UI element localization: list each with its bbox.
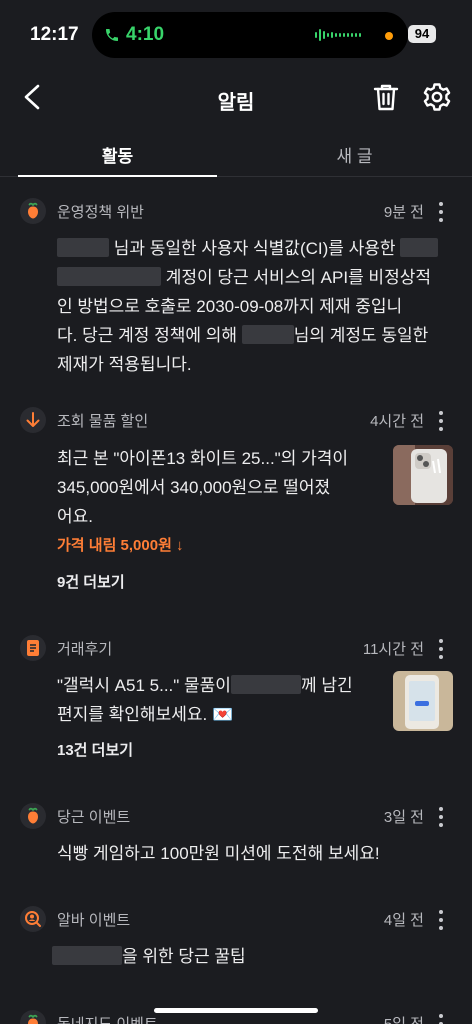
redacted-name (57, 238, 109, 257)
dynamic-island[interactable]: 4:10 (92, 12, 408, 58)
notification-item[interactable]: 당근 이벤트 3일 전 식빵 게임하고 100만원 미션에 도전해 보세요! (0, 801, 472, 881)
app-header: 알림 (0, 70, 472, 126)
notification-body: 님과 동일한 사용자 식별값(CI)를 사용한 계정이 당근 서비스의 API를… (57, 234, 439, 379)
notification-category: 동네지도 이벤트 (57, 1013, 158, 1024)
mic-indicator (385, 32, 393, 40)
price-drop-label: 가격 내림 5,000원 ↓ (57, 537, 184, 554)
see-more-link[interactable]: 9건 더보기 (57, 571, 125, 592)
arrow-down-icon (20, 407, 46, 433)
notification-category: 알바 이벤트 (57, 912, 131, 929)
audio-wave-icon (315, 29, 361, 41)
carrot-icon (20, 803, 46, 829)
see-more-link[interactable]: 13건 더보기 (57, 739, 133, 760)
notification-body: 식빵 게임하고 100만원 미션에 도전해 보세요! (57, 844, 380, 863)
notification-time: 5일 전 (384, 1013, 424, 1024)
trash-icon[interactable] (372, 82, 400, 112)
notification-body: 최근 본 "아이폰13 화이트 25..."의 가격이 345,000원에서 3… (57, 449, 348, 526)
active-tab-indicator (18, 175, 217, 177)
more-options-icon[interactable] (438, 411, 444, 435)
page-title: 알림 (217, 92, 255, 114)
redacted-name (52, 946, 122, 965)
notification-body: 을 위한 당근 꿀팁 (52, 942, 246, 971)
call-indicator[interactable]: 4:10 (100, 21, 200, 49)
gear-icon[interactable] (422, 82, 452, 112)
notification-item[interactable]: 조회 물품 할인 4시간 전 최근 본 "아이폰13 화이트 25..."의 가… (0, 405, 472, 605)
notification-category: 거래후기 (57, 641, 113, 658)
more-options-icon[interactable] (438, 1014, 444, 1024)
notification-category: 조회 물품 할인 (57, 413, 149, 430)
more-options-icon[interactable] (438, 639, 444, 663)
carrot-icon (20, 1010, 46, 1024)
redacted-name (241, 325, 294, 344)
redacted-name (57, 267, 161, 286)
home-indicator[interactable] (154, 1008, 318, 1013)
status-time: 12:17 (30, 24, 79, 45)
notification-time: 4일 전 (383, 912, 424, 929)
redacted-name (400, 238, 439, 257)
notification-category: 당근 이벤트 (57, 809, 131, 826)
carrot-icon (20, 198, 46, 224)
notification-category: 운영정책 위반 (57, 204, 144, 221)
notification-time: 9분 전 (383, 204, 424, 221)
notification-time: 3일 전 (383, 809, 424, 826)
document-icon (20, 635, 46, 661)
phone-icon (106, 29, 118, 41)
iphone-thumbnail[interactable] (393, 445, 453, 505)
tab-activity[interactable]: 활동 (18, 142, 217, 167)
notification-time: 4시간 전 (370, 413, 424, 430)
tab-new-posts[interactable]: 새 글 (255, 142, 454, 167)
tab-bar: 활동 새 글 (0, 126, 472, 177)
galaxy-thumbnail[interactable] (393, 671, 453, 731)
notification-time: 11시간 전 (362, 641, 424, 658)
notification-item[interactable]: 알바 이벤트 4일 전 을 위한 당근 꿀팁 (0, 904, 472, 984)
call-duration: 4:10 (126, 24, 165, 45)
battery-indicator: 94 (408, 25, 436, 43)
notification-item[interactable]: 거래후기 11시간 전 "갤럭시 A51 5..." 물품이 께 남긴 편지를 확… (0, 633, 472, 773)
notification-item[interactable]: 운영정책 위반 9분 전 님과 동일한 사용자 식별값(CI)를 사용한 계정이… (0, 196, 472, 386)
more-options-icon[interactable] (438, 807, 444, 831)
search-person-icon (20, 906, 46, 932)
more-options-icon[interactable] (438, 202, 444, 226)
more-options-icon[interactable] (438, 910, 444, 934)
love-letter-icon: 💌 (211, 705, 234, 724)
notification-body: "갤럭시 A51 5..." 물품이 께 남긴 편지를 확인해보세요. 💌 (57, 675, 353, 724)
status-bar: 12:17 4:10 94 (0, 0, 472, 70)
redacted-name (230, 675, 301, 694)
